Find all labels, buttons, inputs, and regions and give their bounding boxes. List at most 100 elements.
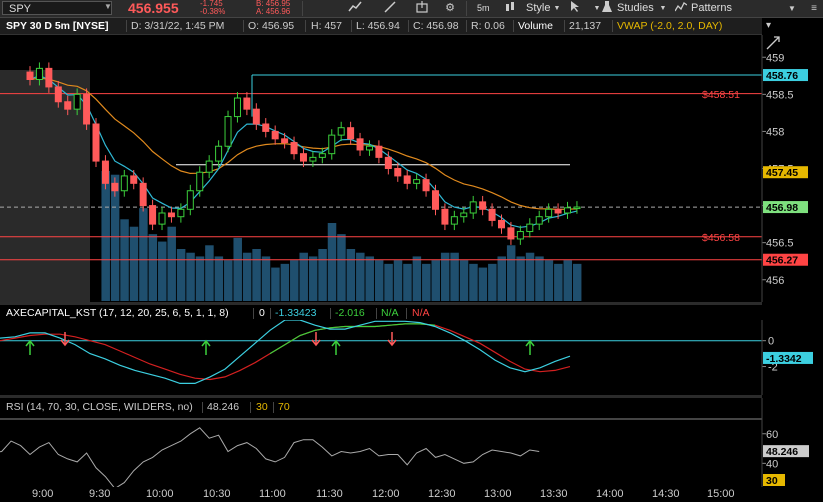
kst-name[interactable]: AXECAPITAL_KST (17, 12, 20, 25, 6, 5, 1,… (6, 306, 229, 320)
timeframe-button[interactable]: 5m (477, 1, 490, 16)
header-divider (243, 20, 244, 32)
volume-bar (422, 263, 431, 301)
chart-type-icon[interactable] (502, 1, 518, 16)
candle-body (422, 179, 430, 192)
candle-body (196, 171, 204, 192)
collapse-icon[interactable]: ▾ (766, 20, 771, 31)
price-axis-label: 458.5 (766, 89, 794, 101)
rsi-lower: 30 (256, 401, 268, 413)
volume-value: 21,137 (569, 20, 602, 32)
header-divider (126, 20, 127, 32)
cursor-icon[interactable] (567, 1, 583, 16)
flask-icon[interactable] (600, 1, 614, 16)
studies-button[interactable]: Studies (617, 1, 654, 16)
last-price: 456.955 (128, 0, 179, 16)
volume-bar (459, 260, 469, 301)
candle-body (177, 208, 185, 218)
candle-body (215, 145, 223, 162)
chart-title[interactable]: SPY 30 D 5m [NYSE] (6, 18, 109, 34)
chevron-down-icon[interactable]: ▼ (552, 1, 562, 16)
candle-body (299, 153, 307, 162)
volume-bar (176, 249, 186, 301)
price-line-label-upper: $458.51 (702, 89, 740, 101)
price-tag-text: 458.76 (766, 70, 798, 82)
kst-signal-line (0, 323, 571, 381)
volume-bar (233, 237, 242, 301)
volume-bar (393, 260, 403, 301)
candle-body (35, 67, 43, 80)
candle-body (252, 108, 260, 125)
toolbar-divider (466, 1, 467, 16)
candle-body (516, 231, 524, 240)
bar-close: C: 456.98 (413, 20, 459, 32)
candle-body (281, 138, 289, 144)
time-axis-label: 12:00 (372, 488, 400, 500)
candle-body (318, 153, 326, 158)
price-change-pct: -0.38% (200, 7, 226, 16)
candle-body (158, 212, 166, 225)
menu-icon[interactable]: ≡ (808, 1, 820, 16)
volume-bar (478, 267, 488, 301)
candle-body (573, 206, 581, 210)
header-divider (513, 20, 514, 32)
kst-signal-value: -2.016 (335, 307, 365, 319)
price-line-label-lower: $456.58 (702, 232, 740, 244)
candle-body (92, 123, 100, 162)
kst-na-1: N/A (381, 307, 399, 319)
time-axis-label: 15:00 (707, 488, 735, 500)
time-axis-label: 12:30 (428, 488, 456, 500)
header-divider (376, 308, 377, 319)
bar-range: R: 0.06 (471, 20, 505, 32)
candle-body (375, 145, 383, 158)
style-button[interactable]: Style (526, 1, 550, 16)
candle-body (83, 93, 91, 125)
kst-line (0, 320, 571, 385)
line-chart-icon[interactable] (345, 1, 365, 16)
share-icon[interactable] (412, 1, 432, 16)
volume-bar (469, 263, 478, 301)
rsi-axis-label: 40 (766, 458, 778, 470)
header-divider (466, 20, 467, 32)
time-axis[interactable]: 9:00 9:30 10:00 10:30 11:00 11:30 12:00 12:30 13… (0, 487, 823, 502)
patterns-button[interactable]: Patterns (691, 1, 732, 16)
volume-bar (506, 245, 516, 301)
volume-label: Volume (518, 20, 554, 32)
kst-chart[interactable]: 0-2-1.3342 (0, 320, 823, 395)
time-axis-label: 9:00 (32, 488, 54, 500)
patterns-icon[interactable] (674, 1, 688, 16)
rsi-name[interactable]: RSI (14, 70, 30, CLOSE, WILDERS, no) (6, 400, 193, 414)
volume-bar (318, 249, 327, 301)
chevron-down-icon[interactable]: ▼ (786, 1, 798, 16)
candle-body (290, 142, 298, 155)
candle-body (507, 227, 515, 240)
candle-body (120, 175, 128, 192)
header-divider (408, 20, 409, 32)
candle-body (460, 212, 468, 218)
candle-body (413, 179, 421, 184)
candle-body (243, 97, 251, 110)
volume-bar (195, 256, 205, 301)
vwap-label[interactable]: VWAP (-2.0, 2.0, DAY) (617, 18, 722, 34)
candle-body (469, 201, 477, 214)
chevron-down-icon[interactable]: ▼ (104, 2, 112, 11)
candle-body (545, 208, 553, 218)
bar-date: D: 3/31/22, 1:45 PM (131, 20, 225, 32)
candle-body (403, 175, 411, 184)
draw-tool-icon[interactable] (380, 1, 400, 16)
header-divider (253, 308, 254, 319)
symbol-input[interactable]: SPY (2, 1, 112, 15)
gear-icon[interactable]: ⚙ (440, 1, 460, 16)
chevron-down-icon[interactable]: ▼ (658, 1, 668, 16)
kst-value: -1.33423 (275, 307, 317, 319)
candle-body (365, 145, 373, 151)
candle-body (394, 168, 402, 177)
toolbar-divider (302, 1, 303, 16)
kst-header: AXECAPITAL_KST (17, 12, 20, 25, 6, 5, 1,… (0, 305, 762, 321)
rsi-tag-text: 48.246 (766, 446, 798, 458)
price-chart[interactable]: 459458.5458457.5457456.5456458.76457.454… (0, 35, 823, 302)
volume-bar (516, 256, 525, 301)
kst-signal-line-up (269, 323, 436, 355)
header-divider (202, 402, 203, 413)
candle-body (384, 156, 392, 169)
kst-na-2: N/A (412, 307, 430, 319)
